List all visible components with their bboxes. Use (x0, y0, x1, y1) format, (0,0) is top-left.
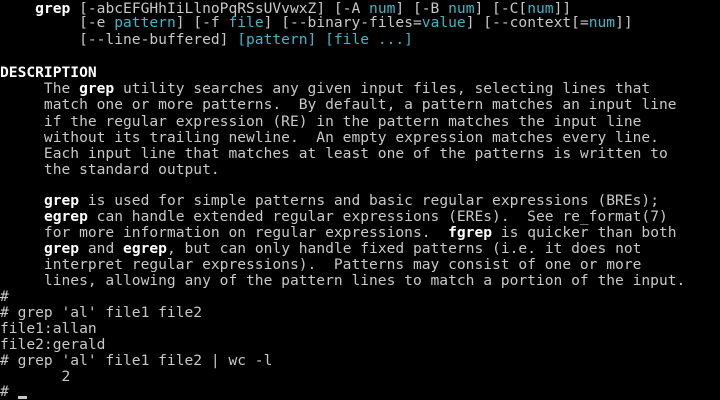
description-line: if the regular expression (RE) in the pa… (0, 113, 642, 130)
arg-pattern: [pattern] (237, 31, 317, 48)
arg-value: value (421, 14, 466, 31)
fgrep-command: fgrep (448, 224, 493, 241)
text-cursor (17, 395, 27, 399)
description-line: without its trailing newline. An empty e… (0, 129, 659, 146)
egrep-command: egrep (43, 208, 88, 225)
description-line: the standard output. (0, 161, 220, 178)
arg-num: num (588, 14, 616, 31)
grep-command: grep (43, 240, 80, 257)
description-line: grep and egrep, but can only handle fixe… (43, 240, 642, 257)
description-line: lines, allowing any of the pattern lines… (0, 272, 686, 289)
description-line: egrep can handle extended regular expres… (43, 208, 668, 225)
arg-file: file (228, 14, 264, 31)
description-line: interpret regular expressions). Patterns… (0, 256, 642, 273)
description-line: grep is used for simple patterns and bas… (43, 192, 659, 209)
shell-output-line: file1:allan (0, 320, 97, 337)
synopsis-line-3: [--line-buffered] [pattern] [file ...] (79, 31, 413, 48)
arg-file: [file ...] (325, 31, 413, 48)
egrep-command: egrep (123, 240, 167, 257)
shell-command-line: # grep 'al' file1 file2 | wc -l (0, 352, 273, 369)
synopsis-line-2: [-e pattern] [-f file] [--binary-files=v… (79, 14, 633, 31)
grep-command: grep (79, 80, 115, 97)
shell-command-line: # grep 'al' file1 file2 (0, 304, 203, 321)
shell-input-line[interactable]: # (0, 383, 27, 400)
shell-prompt: # (0, 383, 18, 400)
shell-output-line: file2:gerald (0, 336, 106, 353)
shell-prompt-line: # (0, 288, 9, 305)
description-line: for more information on regular expressi… (0, 224, 677, 241)
description-line: Each input line that matches at least on… (0, 145, 668, 162)
description-line: The grep utility searches any given inpu… (0, 80, 651, 97)
arg-pattern: pattern (114, 14, 176, 31)
description-line: match one or more patterns. By default, … (0, 96, 677, 113)
description-heading: DESCRIPTION (0, 64, 97, 81)
grep-command: grep (43, 192, 80, 209)
terminal-window[interactable]: grep [-abcEFGHhIiLlnoPqRSsUVvwxZ] [-A nu… (0, 0, 720, 400)
